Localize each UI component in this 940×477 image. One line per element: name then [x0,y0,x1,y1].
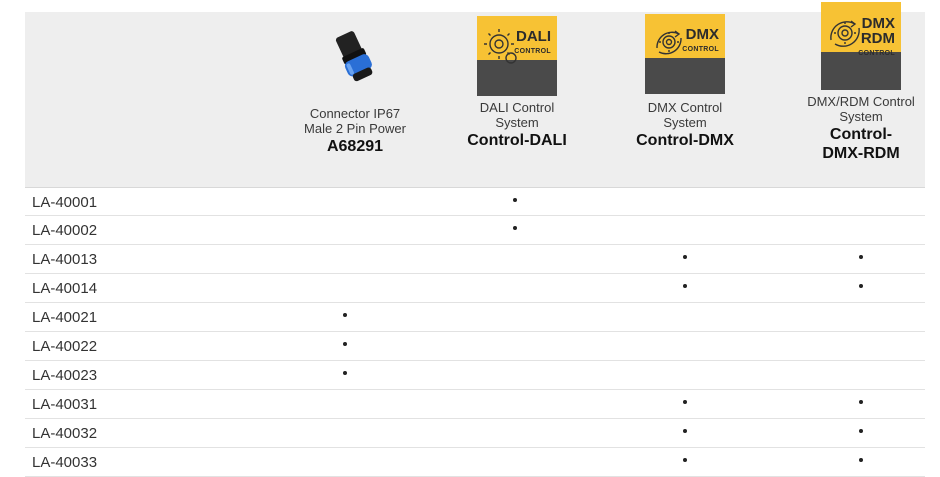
table-row: LA-40031 [25,390,925,419]
availability-mark-dmxrdm [859,458,863,462]
row-label: LA-40014 [32,280,98,297]
availability-mark-dmx [683,400,687,404]
table-row: LA-40001 [25,187,925,216]
row-label: LA-40033 [32,454,98,471]
column-dali: DALI CONTROL DALI Control System Control… [457,12,577,187]
availability-mark-dmxrdm [859,429,863,433]
table-row: LA-40014 [25,274,925,303]
column-name: DMX/RDM Control System [807,94,915,124]
table-row: LA-40023 [25,361,925,390]
availability-mark-connector [343,313,347,317]
row-label: LA-40023 [32,367,98,384]
badge-brand: DMX RDM CONTROL [858,15,895,57]
table-row: LA-40032 [25,419,925,448]
dmx-control-badge: DMX CONTROL [645,14,725,94]
availability-mark-dmxrdm [859,255,863,259]
table-row: LA-40033 [25,448,925,477]
availability-mark-dmxrdm [859,284,863,288]
column-name: DALI Control System [479,100,555,130]
row-label: LA-40032 [32,425,98,442]
row-label: LA-40013 [32,251,98,268]
availability-mark-dali [513,198,517,202]
column-name: DMX Control System [647,100,723,130]
column-code: Control-DMX [636,132,734,149]
badge-brand: DALI CONTROL [514,28,551,55]
availability-mark-dmx [683,458,687,462]
table-row: LA-40002 [25,216,925,245]
availability-mark-dmx [683,284,687,288]
column-code: Control-DALI [467,132,567,149]
table-body: LA-40001 LA-40002 LA-40013 LA-40014 LA-4… [25,187,925,477]
availability-mark-dmx [683,429,687,433]
availability-mark-connector [343,342,347,346]
column-connector: Connector IP67 Male 2 Pin Power A68291 [295,12,415,187]
dali-control-badge: DALI CONTROL [477,16,557,96]
row-label: LA-40002 [32,222,98,239]
row-label: LA-40022 [32,338,98,355]
table-header: Connector IP67 Male 2 Pin Power A68291 D… [25,2,925,187]
connector-product-image [335,31,373,82]
availability-mark-dmx [683,255,687,259]
availability-mark-connector [343,371,347,375]
column-dmx: DMX CONTROL DMX Control System Control-D… [625,12,745,187]
column-name: Connector IP67 Male 2 Pin Power [304,106,406,136]
dmx-rdm-control-badge: DMX RDM CONTROL [821,2,901,90]
availability-mark-dali [513,226,517,230]
column-code: Control-DMX-RDM [822,126,900,162]
table-row: LA-40021 [25,303,925,332]
table-row: LA-40022 [25,332,925,361]
compatibility-table: Connector IP67 Male 2 Pin Power A68291 D… [0,0,940,477]
row-label: LA-40031 [32,396,98,413]
column-dmx-rdm: DMX RDM CONTROL DMX/RDM Control System C… [801,2,921,187]
row-label: LA-40021 [32,309,98,326]
availability-mark-dmxrdm [859,400,863,404]
column-code: A68291 [326,138,384,155]
table-row: LA-40013 [25,245,925,274]
row-label: LA-40001 [32,194,98,211]
badge-brand: DMX CONTROL [682,26,719,53]
